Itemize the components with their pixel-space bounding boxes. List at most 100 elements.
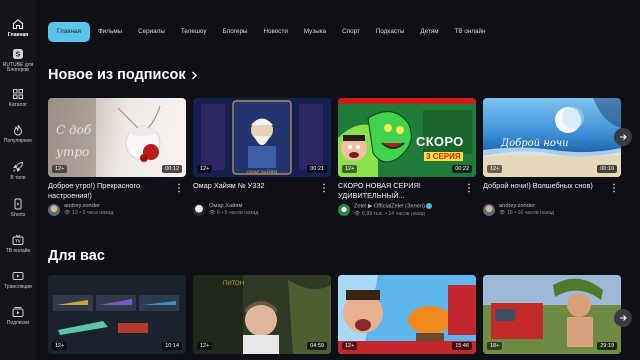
age-rating-badge: 12+: [52, 342, 68, 350]
scroll-right-button[interactable]: [614, 309, 632, 327]
more-options-icon[interactable]: [466, 183, 472, 193]
video-title[interactable]: Доброй ночи!) Волшебных снов): [483, 181, 607, 200]
age-rating-badge: 12+: [342, 342, 358, 350]
video-thumbnail[interactable]: 18+ 29:19: [483, 275, 621, 354]
duration-badge: 00:22: [452, 165, 472, 173]
home-icon: [12, 18, 24, 30]
thumbnail-text: СКОРО: [416, 134, 464, 149]
shorts-icon: [12, 198, 24, 210]
duration-badge: 10:14: [162, 342, 182, 350]
age-rating-badge: 12+: [487, 165, 503, 173]
more-options-icon[interactable]: [321, 183, 327, 193]
grid-icon: [12, 88, 24, 100]
tab-music[interactable]: Музыка: [296, 22, 334, 42]
arrow-right-icon: [620, 134, 627, 140]
publish-time: 14 часов назад: [388, 210, 425, 217]
tab-movies[interactable]: Фильмы: [90, 22, 130, 42]
video-title[interactable]: Омар Хайям № У332: [193, 181, 317, 200]
video-card[interactable]: ПИТОН 12+ 04:59: [193, 275, 331, 354]
avatar[interactable]: [338, 204, 350, 217]
avatar[interactable]: [193, 204, 205, 216]
flame-icon: [12, 124, 24, 136]
channel-name[interactable]: andrey.zonder: [499, 203, 554, 210]
tab-home[interactable]: Главная: [48, 22, 90, 42]
sidebar-item-broadcasts[interactable]: Трансляции: [0, 266, 36, 302]
tv-icon: TV: [12, 234, 24, 246]
video-card[interactable]: С доб утро 12+ 00:12 Доброе утро!) Прекр…: [48, 98, 186, 217]
duration-badge: 00:10: [597, 165, 617, 173]
avatar[interactable]: [483, 204, 495, 216]
video-stats: 👁 6 • 5 часов назад: [209, 210, 259, 216]
age-rating-badge: 12+: [52, 165, 68, 173]
sidebar-item-rutube-bloggers[interactable]: S RUTUBE для Блогеров: [0, 44, 36, 80]
eye-icon: 👁: [209, 210, 218, 216]
avatar[interactable]: [48, 204, 60, 216]
tab-series[interactable]: Сериалы: [130, 22, 173, 42]
thumbnail-text: Доброй ночи: [501, 138, 569, 149]
tab-podcasts[interactable]: Подкасты: [368, 22, 413, 42]
channel-name[interactable]: Zelel ▶ OfficialZelel (Зелел): [354, 203, 433, 211]
view-count: 13: [72, 210, 78, 216]
video-thumbnail[interactable]: 12+ 15:46: [338, 275, 476, 354]
section-title-subscriptions[interactable]: Новое из подписок: [48, 67, 199, 83]
sidebar-item-label: Главная: [7, 32, 29, 38]
svg-text:утро: утро: [55, 145, 89, 159]
eye-icon: 👁: [354, 210, 363, 217]
view-count: 6: [217, 210, 220, 216]
video-thumbnail[interactable]: СКОРО 3 СЕРИЯ 12+ 00:22: [338, 98, 476, 177]
video-title[interactable]: Доброе утро!) Прекрасного настроения!): [48, 181, 172, 200]
section-title-for-you[interactable]: Для вас: [48, 248, 105, 264]
video-card[interactable]: ОМАР ХАЙЯМ 12+ 00:21 Омар Хайям № У332 О…: [193, 98, 331, 217]
video-card[interactable]: 12+ 10:14: [48, 275, 186, 354]
category-tabs: Главная Фильмы Сериалы Телешоу Блогеры Н…: [48, 22, 632, 42]
channel-name[interactable]: Омар Хайям: [209, 203, 258, 210]
video-card[interactable]: Доброй ночи 12+ 00:10 Доброй ночи!) Волш…: [483, 98, 621, 217]
duration-badge: 04:59: [307, 342, 327, 350]
video-thumbnail[interactable]: ОМАР ХАЙЯМ 12+ 00:21: [193, 98, 331, 177]
scroll-right-button[interactable]: [614, 128, 632, 146]
more-options-icon[interactable]: [176, 183, 182, 193]
sidebar-item-top[interactable]: В топе: [0, 157, 36, 193]
svg-text:TV: TV: [15, 239, 21, 244]
svg-text:S: S: [16, 52, 21, 59]
publish-time: 5 часов назад: [224, 210, 259, 216]
video-card[interactable]: 18+ 29:19: [483, 275, 621, 354]
sidebar-item-label: Трансляции: [4, 284, 32, 290]
verified-icon: [426, 203, 433, 209]
video-thumbnail[interactable]: Доброй ночи 12+ 00:10: [483, 98, 621, 177]
tab-sport[interactable]: Спорт: [334, 22, 368, 42]
video-title[interactable]: СКОРО НОВАЯ СЕРИЯ! УДИВИТЕЛЬНЫЙ...: [338, 181, 462, 200]
publish-time: 16 часов назад: [517, 210, 555, 216]
tab-bloggers[interactable]: Блогеры: [214, 22, 255, 42]
video-stats: 👁 16 • 16 часов назад: [499, 210, 555, 216]
age-rating-badge: 12+: [197, 165, 213, 173]
sidebar-item-shorts[interactable]: Shorts: [0, 194, 36, 230]
tab-tv-online[interactable]: ТВ онлайн: [447, 22, 494, 42]
age-rating-badge: 12+: [197, 342, 213, 350]
section-title-text: Новое из подписок: [48, 67, 186, 83]
tab-news[interactable]: Новости: [255, 22, 295, 42]
svg-text:ПИТОН: ПИТОН: [223, 281, 244, 287]
channel-name[interactable]: andrey.zonder: [64, 203, 113, 210]
video-stats: 👁 6,99 тыс. • 14 часов назад: [354, 210, 425, 217]
duration-badge: 15:46: [452, 342, 472, 350]
arrow-right-icon: [620, 315, 627, 321]
sidebar-item-tv-online[interactable]: TV ТВ онлайн: [0, 230, 36, 266]
tab-kids[interactable]: Детям: [412, 22, 446, 42]
sidebar-item-catalog[interactable]: Каталог: [0, 84, 36, 120]
video-card[interactable]: СКОРО 3 СЕРИЯ 12+ 00:22 СКОРО НОВАЯ СЕРИ…: [338, 98, 476, 218]
video-thumbnail[interactable]: С доб утро 12+ 00:12: [48, 98, 186, 177]
video-thumbnail[interactable]: 12+ 10:14: [48, 275, 186, 354]
duration-badge: 29:19: [597, 342, 617, 350]
more-options-icon[interactable]: [611, 183, 617, 193]
tab-tv-shows[interactable]: Телешоу: [173, 22, 215, 42]
view-count: 16: [507, 210, 513, 216]
video-card[interactable]: 12+ 15:46: [338, 275, 476, 354]
video-thumbnail[interactable]: ПИТОН 12+ 04:59: [193, 275, 331, 354]
thumbnail-text: 3 СЕРИЯ: [424, 152, 463, 161]
sidebar-item-subscriptions[interactable]: Подписки: [0, 302, 36, 338]
publish-time: 3 часа назад: [82, 210, 114, 216]
sidebar-item-popular[interactable]: Популярное: [0, 120, 36, 156]
video-stats: 👁 13 • 3 часа назад: [64, 210, 114, 216]
section-title-text: Для вас: [48, 248, 105, 264]
